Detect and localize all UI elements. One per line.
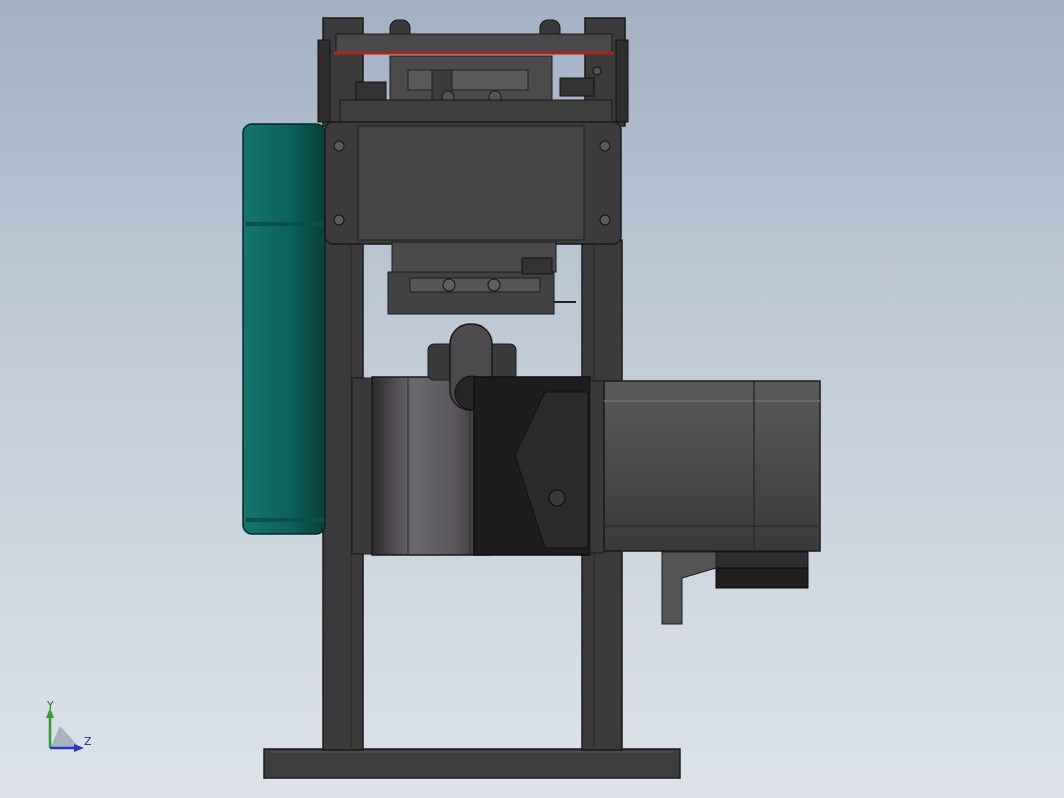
- base-plate: [263, 748, 681, 779]
- top-guide-assembly: [317, 17, 629, 127]
- triad-y-label: Y: [46, 699, 54, 712]
- servo-motor: [589, 380, 821, 625]
- triad-z-label: Z: [84, 735, 92, 748]
- lower-carriage: [387, 241, 576, 315]
- clamp-block: [324, 121, 622, 245]
- z-axis-arrowhead-icon: [74, 744, 84, 752]
- teal-side-cover: [242, 123, 326, 535]
- gearbox: [351, 323, 591, 556]
- cad-viewport[interactable]: Y Z: [0, 0, 1064, 798]
- coordinate-triad: Y Z: [46, 699, 92, 752]
